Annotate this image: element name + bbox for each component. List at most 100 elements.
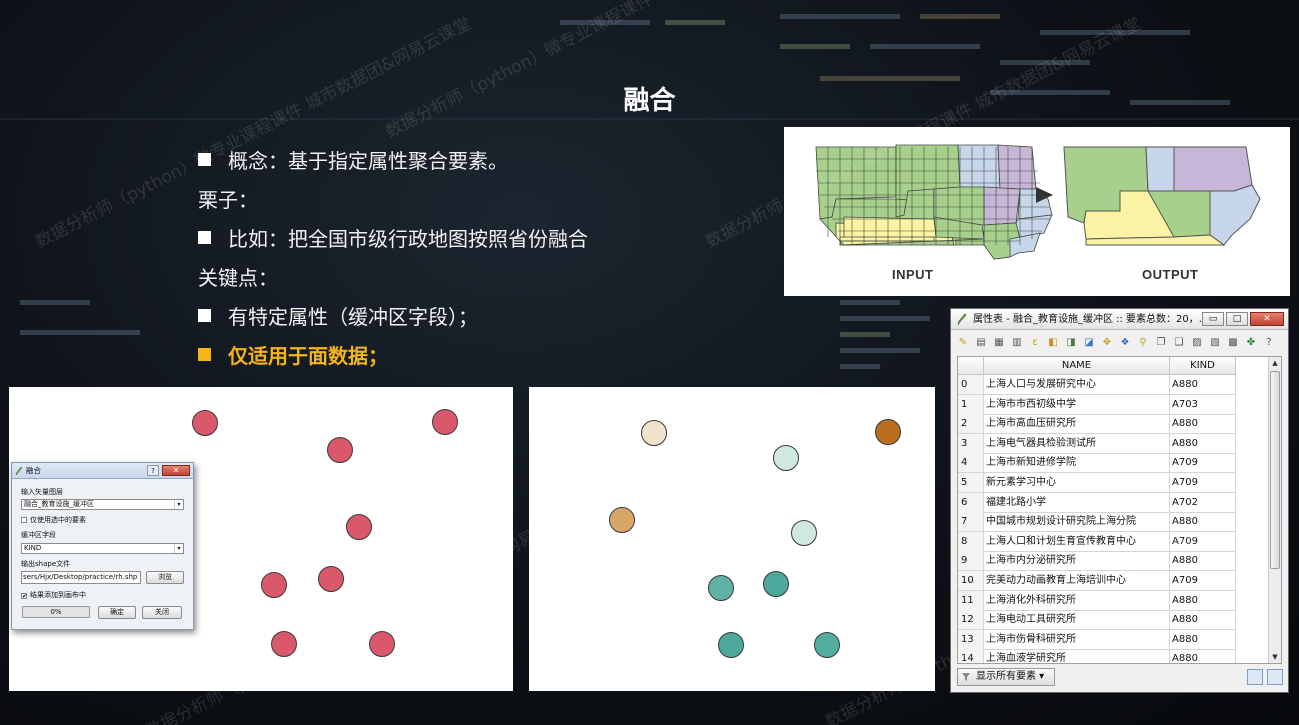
- row-index[interactable]: 9: [958, 551, 984, 572]
- table-cell-name[interactable]: 上海人口与发展研究中心: [984, 375, 1170, 395]
- row-index[interactable]: 1: [958, 394, 984, 415]
- row-index[interactable]: 5: [958, 473, 984, 493]
- column-header-name[interactable]: NAME: [984, 357, 1170, 375]
- select-expression-icon[interactable]: ε: [1027, 335, 1043, 351]
- table-cell-kind[interactable]: A709: [1170, 531, 1236, 552]
- form-view-icon[interactable]: [1267, 669, 1283, 685]
- filter-icon: [962, 673, 970, 681]
- table-cell-kind[interactable]: A709: [1170, 473, 1236, 493]
- input-layer-select[interactable]: 融合_教育设施_缓冲区 ▾: [21, 499, 184, 510]
- table-cell-name[interactable]: 上海电动工具研究所: [984, 610, 1170, 631]
- buffer-point: [261, 572, 287, 598]
- minimize-button[interactable]: ▭: [1202, 312, 1224, 326]
- row-index[interactable]: 3: [958, 433, 984, 454]
- show-features-label: 显示所有要素: [976, 671, 1036, 682]
- table-cell-name[interactable]: 上海人口和计划生育宣传教育中心: [984, 531, 1170, 552]
- edit-icon[interactable]: ✎: [955, 335, 971, 351]
- row-index[interactable]: 0: [958, 375, 984, 395]
- row-index[interactable]: 10: [958, 571, 984, 591]
- table-cell-kind[interactable]: A880: [1170, 551, 1236, 572]
- help-button[interactable]: ?: [147, 465, 159, 476]
- table-cell-kind[interactable]: A880: [1170, 629, 1236, 650]
- close-icon[interactable]: ✕: [162, 465, 190, 476]
- table-cell-name[interactable]: 完美动力动画教育上海培训中心: [984, 571, 1170, 591]
- row-index[interactable]: 11: [958, 590, 984, 611]
- table-cell-name[interactable]: 上海市伤骨科研究所: [984, 629, 1170, 650]
- scroll-down-icon[interactable]: ▼: [1269, 651, 1281, 663]
- dissolved-point: [814, 632, 840, 658]
- table-cell-kind[interactable]: A880: [1170, 649, 1236, 663]
- table-cell-kind[interactable]: A880: [1170, 590, 1236, 611]
- close-icon[interactable]: ✕: [1250, 312, 1284, 326]
- attribute-table-titlebar[interactable]: 属性表 - 融合_教育设施_缓冲区 :: 要素总数：20，... ▭ □ ✕: [951, 309, 1288, 330]
- row-index[interactable]: 14: [958, 649, 984, 663]
- zoom-to-selection-icon[interactable]: ⚲: [1135, 335, 1151, 351]
- maximize-button[interactable]: □: [1226, 312, 1248, 326]
- select-all-icon[interactable]: ◧: [1045, 335, 1061, 351]
- row-index[interactable]: 8: [958, 531, 984, 552]
- conditional-format-icon[interactable]: ✤: [1243, 335, 1259, 351]
- add-feature-icon[interactable]: ▦: [991, 335, 1007, 351]
- table-cell-kind[interactable]: A703: [1170, 394, 1236, 415]
- row-index[interactable]: 7: [958, 512, 984, 533]
- pan-to-selection-icon[interactable]: ❖: [1117, 335, 1133, 351]
- paste-icon[interactable]: ❏: [1171, 335, 1187, 351]
- row-index[interactable]: 13: [958, 629, 984, 650]
- row-index[interactable]: 12: [958, 610, 984, 631]
- scroll-up-icon[interactable]: ▲: [1269, 357, 1281, 369]
- table-cell-kind[interactable]: A880: [1170, 433, 1236, 454]
- show-features-dropdown[interactable]: 显示所有要素 ▾: [957, 668, 1055, 686]
- save-icon[interactable]: ▤: [973, 335, 989, 351]
- add-to-canvas-option[interactable]: ✔ 结果添加到画布中: [21, 590, 86, 600]
- chevron-down-icon: ▾: [1036, 671, 1045, 682]
- table-cell-kind[interactable]: A709: [1170, 453, 1236, 474]
- table-cell-name[interactable]: 新元素学习中心: [984, 473, 1170, 493]
- row-index[interactable]: 2: [958, 414, 984, 435]
- table-cell-name[interactable]: 上海电气器具检验测试所: [984, 433, 1170, 454]
- selected-only-checkbox[interactable]: [21, 517, 27, 523]
- delete-column-icon[interactable]: ▨: [1189, 335, 1205, 351]
- keypoint-heading: 关键点：: [198, 257, 588, 296]
- table-cell-name[interactable]: 上海市新知进修学院: [984, 453, 1170, 474]
- pencil-icon: [15, 466, 23, 476]
- table-cell-name[interactable]: 上海市内分泌研究所: [984, 551, 1170, 572]
- close-button[interactable]: 关闭: [142, 606, 182, 619]
- row-index[interactable]: 4: [958, 453, 984, 474]
- field-select[interactable]: KIND ▾: [21, 543, 184, 554]
- table-cell-kind[interactable]: A880: [1170, 512, 1236, 533]
- table-cell-kind[interactable]: A709: [1170, 571, 1236, 591]
- table-cell-kind[interactable]: A880: [1170, 375, 1236, 395]
- add-to-canvas-checkbox[interactable]: ✔: [21, 593, 27, 600]
- table-cell-name[interactable]: 上海消化外科研究所: [984, 590, 1170, 611]
- column-header-kind[interactable]: KIND: [1170, 357, 1236, 375]
- corner-header: [958, 357, 984, 375]
- table-cell-name[interactable]: 中国城市规划设计研究院上海分院: [984, 512, 1170, 533]
- new-column-icon[interactable]: ▧: [1207, 335, 1223, 351]
- browse-button[interactable]: 浏览: [146, 571, 184, 584]
- invert-selection-icon[interactable]: ◨: [1063, 335, 1079, 351]
- scrollbar-thumb[interactable]: [1270, 371, 1280, 569]
- delete-icon[interactable]: ▥: [1009, 335, 1025, 351]
- table-cell-name[interactable]: 上海市高血压研究所: [984, 414, 1170, 435]
- vertical-scrollbar[interactable]: ▲ ▼: [1268, 357, 1281, 663]
- copy-icon[interactable]: ❐: [1153, 335, 1169, 351]
- dialog-titlebar[interactable]: 融合 ? ✕: [12, 463, 193, 479]
- field-calculator-icon[interactable]: ▩: [1225, 335, 1241, 351]
- table-cell-kind[interactable]: A880: [1170, 610, 1236, 631]
- selected-only-option[interactable]: 仅使用选中的要素: [21, 515, 86, 525]
- deselect-icon[interactable]: ◪: [1081, 335, 1097, 351]
- row-index[interactable]: 6: [958, 492, 984, 513]
- table-cell-name[interactable]: 福建北路小学: [984, 492, 1170, 513]
- output-file-input[interactable]: sers/Hjx/Desktop/practice/rh.shp: [21, 571, 141, 584]
- table-view-icon[interactable]: [1247, 669, 1263, 685]
- field-label: 缓冲区字段: [21, 531, 56, 539]
- table-cell-name[interactable]: 上海血液学研究所: [984, 649, 1170, 663]
- ok-button[interactable]: 确定: [98, 606, 136, 619]
- table-cell-kind[interactable]: A880: [1170, 414, 1236, 435]
- move-selection-icon[interactable]: ✥: [1099, 335, 1115, 351]
- after-points-map: [529, 387, 935, 691]
- table-cell-name[interactable]: 上海市市西初级中学: [984, 394, 1170, 415]
- table-cell-kind[interactable]: A702: [1170, 492, 1236, 513]
- field-value: KIND: [24, 544, 42, 552]
- help-icon[interactable]: ?: [1261, 335, 1277, 351]
